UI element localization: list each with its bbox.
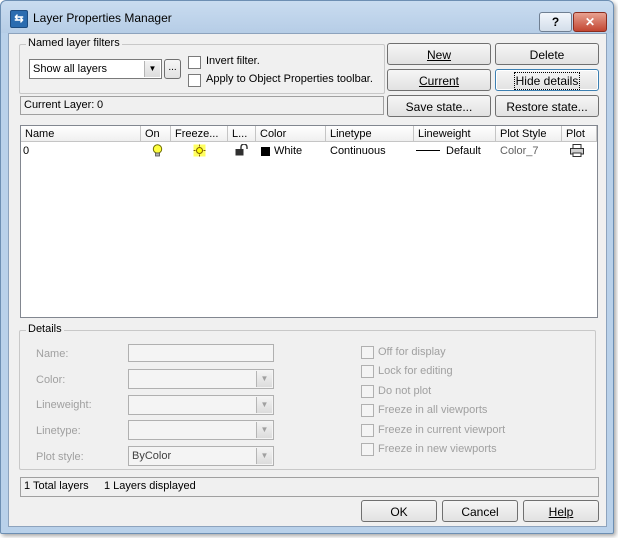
title-bar[interactable]: ⇆ Layer Properties Manager ? ✕ <box>1 1 613 33</box>
freeze-all-viewports-checkbox[interactable] <box>361 404 374 417</box>
chevron-down-icon[interactable]: ▼ <box>256 448 272 464</box>
current-layer-label: Current Layer: <box>24 99 95 111</box>
layer-filter-dropdown[interactable]: Show all layers ▼ <box>29 59 162 79</box>
column-header-lock[interactable]: L... <box>228 126 256 142</box>
layer-name-cell[interactable]: 0 <box>23 143 29 159</box>
lock-for-editing-label: Lock for editing <box>378 365 453 377</box>
dialog-client: Named layer filters Show all layers ▼ ..… <box>8 33 607 527</box>
help-button-label: Help <box>548 505 574 519</box>
name-field[interactable] <box>128 344 274 362</box>
lock-for-editing-checkbox[interactable] <box>361 365 374 378</box>
help-title-button[interactable]: ? <box>539 12 572 32</box>
off-for-display-label: Off for display <box>378 346 446 358</box>
color-name-cell[interactable]: White <box>274 143 302 159</box>
do-not-plot-label: Do not plot <box>378 385 432 397</box>
lineweight-dropdown[interactable]: ▼ <box>128 395 274 415</box>
save-state-button[interactable]: Save state... <box>387 95 491 117</box>
named-layer-filters-label: Named layer filters <box>26 37 122 49</box>
chevron-down-icon[interactable]: ▼ <box>256 371 272 387</box>
current-button[interactable]: Current <box>387 69 491 91</box>
details-group: Details Name: Color: ▼ Lineweight: ▼ Lin… <box>19 323 596 470</box>
column-header-lineweight[interactable]: Lineweight <box>414 126 496 142</box>
column-header-plot[interactable]: Plot <box>562 126 597 142</box>
named-layer-filters-group: Named layer filters Show all layers ▼ ..… <box>19 37 385 94</box>
color-label: Color: <box>36 374 66 386</box>
layers-table[interactable]: Name On Freeze... L... Color Linetype Li… <box>20 125 598 318</box>
plot-style-value: ByColor <box>132 450 172 462</box>
lineweight-sample-line <box>416 150 440 151</box>
plot-style-cell[interactable]: Color_7 <box>500 143 539 159</box>
plot-style-dropdown[interactable]: ByColor ▼ <box>128 446 274 466</box>
freeze-all-viewports-label: Freeze in all viewports <box>378 404 488 416</box>
window-title: Layer Properties Manager <box>33 11 172 25</box>
cancel-button[interactable]: Cancel <box>442 500 518 522</box>
new-button-label: New <box>426 48 451 62</box>
apply-toolbar-checkbox[interactable] <box>188 74 201 87</box>
lock-open-icon[interactable] <box>235 143 249 160</box>
plot-style-label: Plot style: <box>36 451 84 463</box>
linetype-label: Linetype: <box>36 425 81 437</box>
status-bar: 1 Total layers 1 Layers displayed <box>20 477 599 497</box>
chevron-down-icon[interactable]: ▼ <box>256 397 272 413</box>
column-header-name[interactable]: Name <box>21 126 141 142</box>
app-icon: ⇆ <box>10 10 28 28</box>
freeze-new-viewports-checkbox[interactable] <box>361 443 374 456</box>
linetype-dropdown[interactable]: ▼ <box>128 420 274 440</box>
invert-filter-checkbox[interactable] <box>188 56 201 69</box>
close-button[interactable]: ✕ <box>573 12 607 32</box>
color-swatch <box>261 147 270 156</box>
column-header-on[interactable]: On <box>141 126 171 142</box>
hide-details-button[interactable]: Hide details <box>495 69 599 91</box>
name-label: Name: <box>36 348 69 360</box>
current-button-label: Current <box>418 74 459 88</box>
new-button[interactable]: New <box>387 43 491 65</box>
freeze-new-viewports-label: Freeze in new viewports <box>378 443 497 455</box>
hide-details-label: Hide details <box>513 72 581 90</box>
do-not-plot-checkbox[interactable] <box>361 385 374 398</box>
off-for-display-checkbox[interactable] <box>361 346 374 359</box>
sun-thawed-icon[interactable] <box>193 144 206 160</box>
delete-button[interactable]: Delete <box>495 43 599 65</box>
column-header-freeze[interactable]: Freeze... <box>171 126 228 142</box>
chevron-down-icon[interactable]: ▼ <box>256 422 272 438</box>
column-header-linetype[interactable]: Linetype <box>326 126 414 142</box>
current-layer-bar: Current Layer: 0 <box>20 96 384 115</box>
current-layer-value: 0 <box>97 99 104 111</box>
restore-state-button[interactable]: Restore state... <box>495 95 599 117</box>
ok-button[interactable]: OK <box>361 500 437 522</box>
layer-properties-window: ⇆ Layer Properties Manager ? ✕ Named lay… <box>0 0 614 534</box>
filter-browse-button[interactable]: ... <box>164 59 181 79</box>
column-header-plot-style[interactable]: Plot Style <box>496 126 562 142</box>
apply-toolbar-label: Apply to Object Properties toolbar. <box>206 73 373 85</box>
freeze-current-viewport-label: Freeze in current viewport <box>378 424 506 436</box>
printer-icon[interactable] <box>570 144 584 160</box>
layer-filter-value: Show all layers <box>33 63 107 75</box>
details-label: Details <box>26 323 64 335</box>
freeze-current-viewport-checkbox[interactable] <box>361 424 374 437</box>
column-header-color[interactable]: Color <box>256 126 326 142</box>
invert-filter-label: Invert filter. <box>206 55 260 67</box>
layers-displayed-text: 1 Layers displayed <box>104 480 196 492</box>
lineweight-cell[interactable]: Default <box>446 143 481 159</box>
color-dropdown[interactable]: ▼ <box>128 369 274 389</box>
lineweight-label: Lineweight: <box>36 399 92 411</box>
total-layers-text: 1 Total layers <box>24 480 89 492</box>
linetype-cell[interactable]: Continuous <box>330 143 386 159</box>
chevron-down-icon[interactable]: ▼ <box>144 61 160 77</box>
help-button[interactable]: Help <box>523 500 599 522</box>
lightbulb-on-icon[interactable] <box>152 144 163 160</box>
